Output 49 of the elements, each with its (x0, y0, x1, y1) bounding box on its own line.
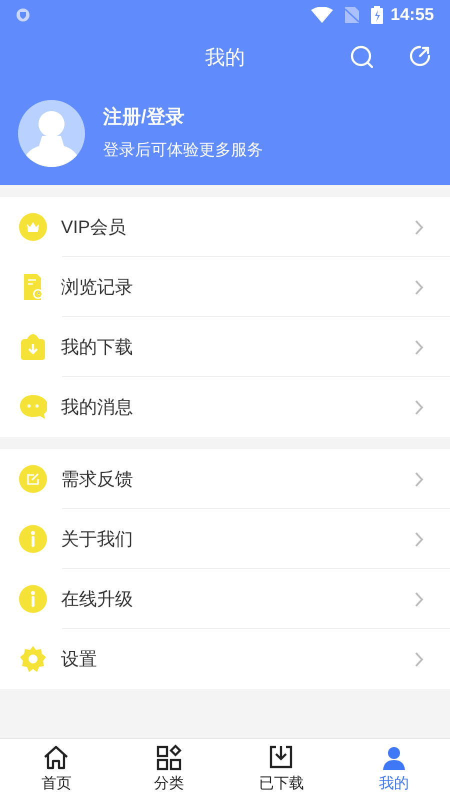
search-button[interactable] (349, 44, 375, 70)
info-icon (19, 525, 47, 553)
wifi-icon (310, 7, 333, 23)
chevron-icon (415, 532, 424, 546)
page-title: 我的 (205, 46, 245, 70)
nav-tab[interactable]: 首页 (0, 739, 112, 800)
menu-label: 浏览记录 (61, 276, 134, 298)
shield-icon (16, 8, 30, 22)
grid-icon (154, 744, 183, 772)
menu-label: 设置 (61, 648, 98, 670)
avatar-icon (18, 100, 85, 167)
no-sim-icon (344, 7, 359, 23)
chat-icon (19, 393, 47, 421)
menu-item[interactable]: 我的消息 (0, 377, 450, 437)
menu-item[interactable]: 在线升级 (0, 569, 450, 629)
chevron-icon (415, 592, 424, 606)
chevron-icon (415, 220, 424, 234)
download-icon (19, 333, 47, 361)
search-icon (349, 44, 375, 70)
share-button[interactable] (408, 44, 432, 68)
menu-item[interactable]: 浏览记录 (0, 257, 450, 317)
chevron-icon (415, 652, 424, 666)
menu-item[interactable]: 需求反馈 (0, 449, 450, 509)
status-time: 14:55 (390, 4, 434, 26)
chevron-icon (415, 340, 424, 354)
menu-label: 我的消息 (61, 396, 134, 418)
profile-subtitle: 登录后可体验更多服务 (103, 140, 263, 161)
menu-item[interactable]: 我的下载 (0, 317, 450, 377)
menu-label: 在线升级 (61, 588, 134, 610)
info-icon (19, 585, 47, 613)
menu-item[interactable]: 设置 (0, 629, 450, 689)
menu-item[interactable]: 关于我们 (0, 509, 450, 569)
nav-tab[interactable]: 已下载 (225, 739, 338, 800)
menu-label: 我的下载 (61, 336, 134, 358)
crown-icon (19, 213, 47, 241)
menu-label: 需求反馈 (61, 468, 134, 490)
battery-icon (370, 6, 383, 24)
chevron-icon (415, 472, 424, 486)
share-icon (408, 44, 432, 68)
menu-label: 关于我们 (61, 528, 134, 550)
menu-item[interactable]: VIP会员 (0, 197, 450, 257)
settings-icon (19, 645, 47, 673)
chevron-icon (415, 400, 424, 414)
nav-tab[interactable]: 分类 (112, 739, 225, 800)
menu-label: VIP会员 (61, 216, 128, 238)
chevron-icon (415, 280, 424, 294)
nav-tab[interactable]: 我的 (338, 739, 450, 800)
edit-icon (19, 465, 47, 493)
home-icon (42, 744, 70, 772)
